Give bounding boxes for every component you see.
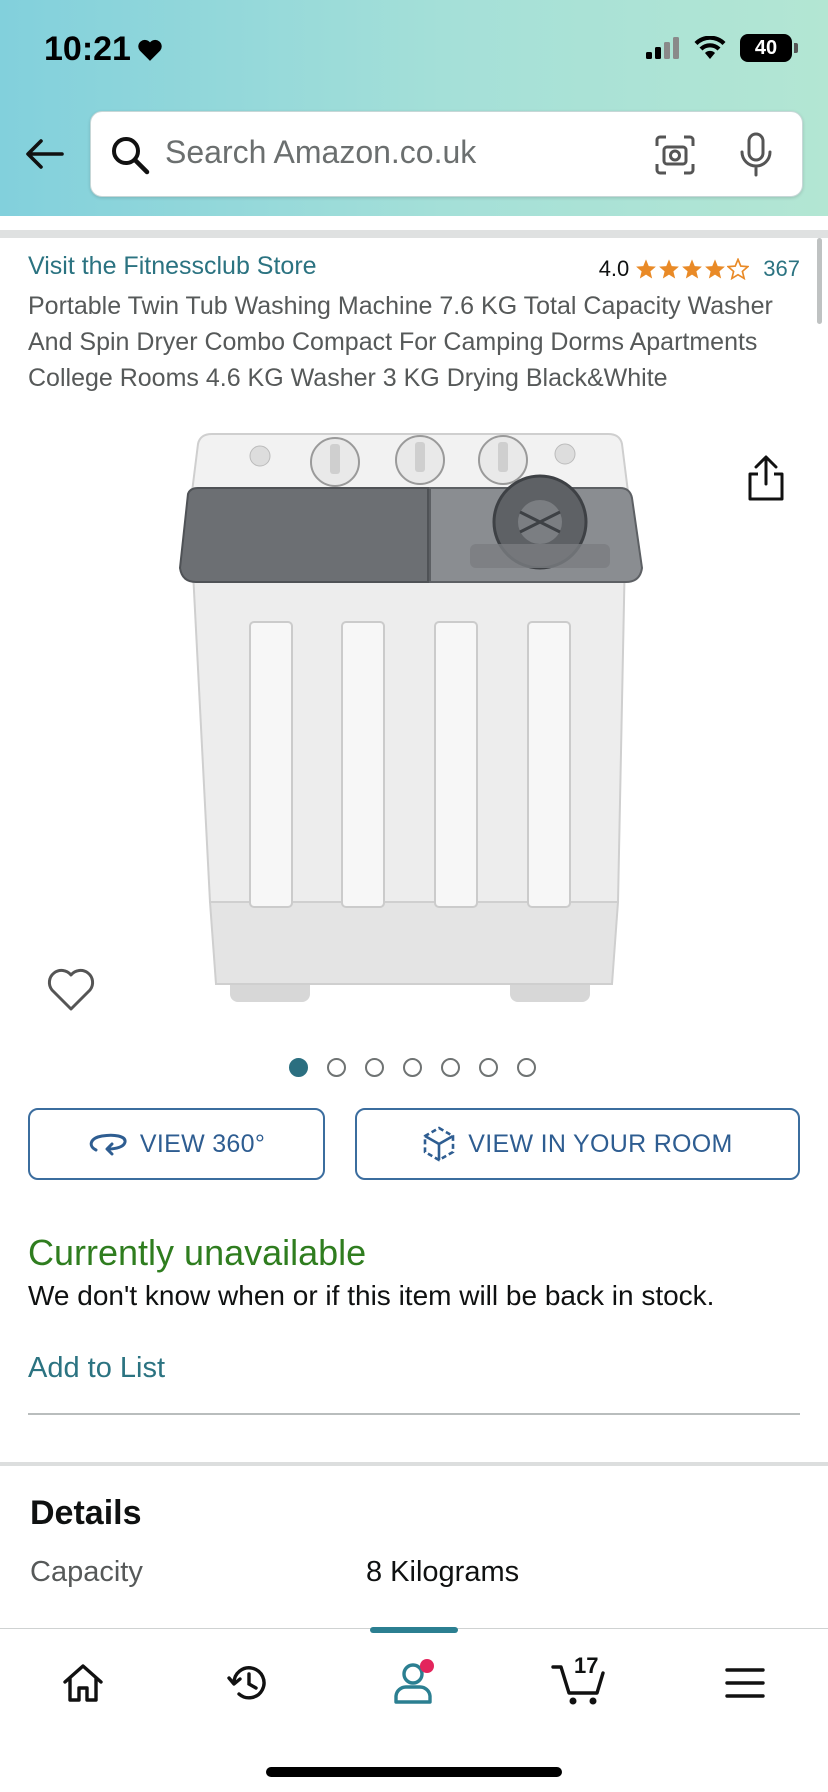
- rating-summary[interactable]: 4.0 367: [599, 256, 800, 282]
- back-arrow-icon: [26, 139, 64, 169]
- carousel-dot[interactable]: [403, 1058, 422, 1077]
- tab-account[interactable]: [378, 1653, 448, 1713]
- availability-status: Currently unavailable: [28, 1232, 367, 1273]
- product-image[interactable]: [170, 432, 650, 1010]
- rotate-360-icon: [89, 1133, 127, 1156]
- home-icon: [63, 1664, 103, 1702]
- tab-cart[interactable]: 17: [544, 1653, 614, 1713]
- view-360-button[interactable]: VIEW 360°: [28, 1108, 325, 1180]
- star-empty-icon: [727, 258, 750, 280]
- availability-message: We don't know when or if this item will …: [28, 1280, 715, 1311]
- active-tab-indicator: [370, 1627, 458, 1633]
- carousel-dot[interactable]: [517, 1058, 536, 1077]
- detail-key: Capacity: [30, 1556, 143, 1588]
- heart-icon[interactable]: [46, 966, 96, 1012]
- carousel-dot[interactable]: [365, 1058, 384, 1077]
- carousel-dot[interactable]: [479, 1058, 498, 1077]
- star-full-icon: [682, 259, 703, 279]
- view-in-room-button[interactable]: VIEW IN YOUR ROOM: [355, 1108, 800, 1180]
- product-title: Portable Twin Tub Washing Machine 7.6 KG…: [28, 292, 773, 392]
- cart-count: 17: [574, 1653, 599, 1678]
- star-full-icon: [705, 259, 726, 279]
- bottom-tab-bar: 17: [0, 1627, 828, 1792]
- camera-icon[interactable]: [654, 134, 696, 176]
- heart-status-icon: [138, 39, 162, 61]
- status-time: 10:21: [44, 30, 163, 69]
- carousel-dot[interactable]: [327, 1058, 346, 1077]
- detail-value: 8 Kilograms: [366, 1556, 520, 1588]
- image-carousel-dots[interactable]: [289, 1058, 536, 1077]
- tab-history[interactable]: [214, 1653, 284, 1713]
- search-bar[interactable]: Search Amazon.co.uk: [90, 111, 803, 197]
- store-link[interactable]: Visit the Fitnessclub Store: [28, 252, 317, 281]
- share-icon[interactable]: [744, 454, 788, 502]
- carousel-dot[interactable]: [289, 1058, 308, 1077]
- review-count[interactable]: 367: [763, 256, 800, 282]
- scrollbar[interactable]: [817, 238, 822, 324]
- tab-home[interactable]: [48, 1653, 118, 1713]
- divider: [28, 1413, 800, 1415]
- menu-icon: [725, 1668, 765, 1698]
- tab-menu[interactable]: [710, 1653, 780, 1713]
- section-divider: [0, 1462, 828, 1466]
- status-icons: 40: [646, 34, 798, 62]
- home-indicator: [266, 1767, 562, 1777]
- notification-badge: [420, 1659, 434, 1673]
- rating-stars: [635, 258, 750, 280]
- details-heading: Details: [30, 1494, 142, 1532]
- rating-value: 4.0: [598, 256, 630, 281]
- view-360-label: VIEW 360°: [139, 1129, 266, 1158]
- wifi-icon: [694, 36, 726, 59]
- star-full-icon: [636, 259, 657, 279]
- search-input[interactable]: Search Amazon.co.uk: [165, 134, 476, 171]
- back-button[interactable]: [22, 132, 66, 176]
- signal-icon: [646, 37, 679, 59]
- mic-icon[interactable]: [738, 132, 774, 178]
- carousel-dot[interactable]: [441, 1058, 460, 1077]
- product-page: 10:21 40 Search Amazon.co.uk Visit the F…: [0, 0, 828, 1792]
- header: 10:21 40 Search Amazon.co.uk: [0, 0, 828, 216]
- add-to-list-link[interactable]: Add to List: [28, 1352, 165, 1385]
- star-full-icon: [659, 259, 680, 279]
- view-in-room-label: VIEW IN YOUR ROOM: [468, 1129, 733, 1158]
- search-icon: [112, 137, 150, 175]
- cube-ar-icon: [423, 1126, 455, 1162]
- battery-indicator: 40: [740, 34, 798, 62]
- header-divider: [0, 230, 828, 238]
- history-icon: [227, 1666, 266, 1700]
- status-time-text: 10:21: [44, 30, 131, 68]
- battery-level: 40: [754, 36, 778, 59]
